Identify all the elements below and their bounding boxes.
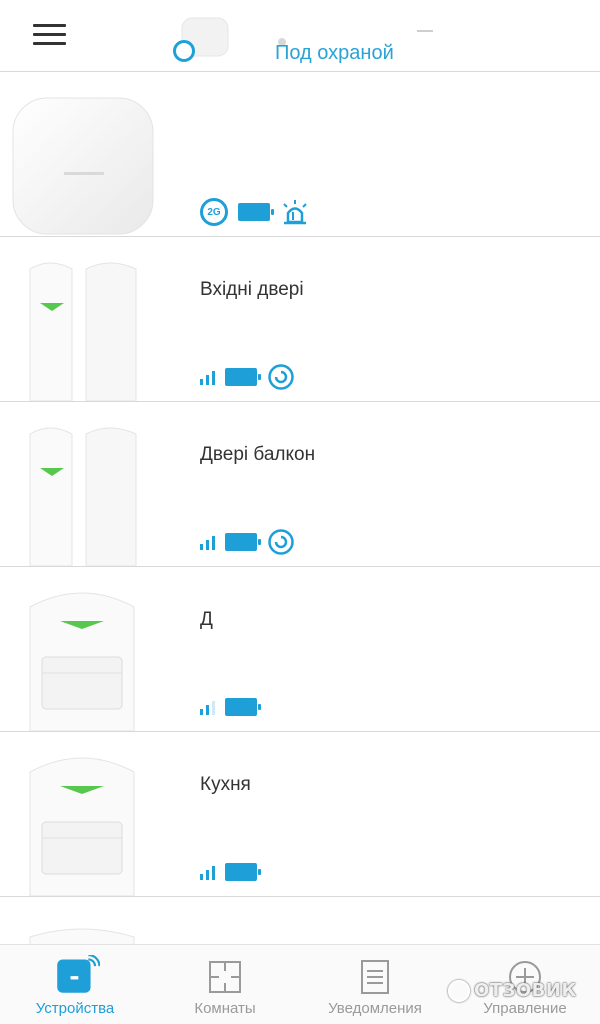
nav-rooms[interactable]: Комнаты bbox=[150, 945, 300, 1024]
device-row-door-balcony[interactable]: Двері балкон bbox=[0, 402, 600, 567]
nav-label: Уведомления bbox=[328, 1000, 422, 1017]
device-row-motion-1[interactable]: Д bbox=[0, 567, 600, 732]
security-status[interactable]: Под охраной bbox=[275, 42, 394, 65]
battery-icon bbox=[225, 698, 261, 716]
hub-image bbox=[12, 97, 154, 235]
device-status-icons bbox=[200, 363, 295, 391]
delay-icon bbox=[268, 529, 294, 555]
nav-label: Устройства bbox=[35, 1000, 115, 1017]
delay-icon bbox=[268, 364, 294, 390]
watermark: ОТЗОВИК bbox=[448, 980, 577, 1002]
nav-notifications[interactable]: Уведомления bbox=[300, 945, 450, 1024]
device-name: Вхідні двері bbox=[200, 279, 304, 300]
nav-devices[interactable]: Устройства bbox=[0, 945, 150, 1024]
nav-label: Управление bbox=[483, 1000, 567, 1017]
battery-icon bbox=[225, 533, 261, 551]
device-name: Кухня bbox=[200, 774, 251, 795]
device-status-icons bbox=[200, 693, 261, 721]
door-sensor-image bbox=[29, 427, 137, 566]
device-row-door-front[interactable]: Вхідні двері bbox=[0, 237, 600, 402]
signal-icon bbox=[200, 699, 215, 715]
device-status-icons bbox=[200, 528, 295, 556]
notifications-icon bbox=[361, 960, 389, 994]
menu-icon[interactable] bbox=[30, 22, 70, 48]
siren-icon bbox=[283, 200, 307, 225]
app-header: Под охраной bbox=[0, 0, 600, 72]
devices-icon bbox=[57, 955, 100, 993]
2g-icon: 2G bbox=[200, 198, 228, 226]
signal-icon bbox=[200, 864, 215, 880]
device-status-icons bbox=[200, 858, 261, 886]
battery-icon bbox=[225, 863, 261, 881]
door-sensor-image bbox=[29, 262, 137, 401]
battery-icon bbox=[225, 368, 261, 386]
decorative-mark bbox=[417, 30, 433, 32]
motion-sensor-image bbox=[29, 757, 135, 896]
battery-icon bbox=[238, 203, 274, 221]
nav-label: Комнаты bbox=[194, 1000, 256, 1017]
signal-icon bbox=[200, 369, 215, 385]
watermark-text: ОТЗОВИК bbox=[474, 980, 577, 1001]
signal-icon bbox=[200, 534, 215, 550]
motion-sensor-image bbox=[29, 592, 135, 731]
rooms-icon bbox=[209, 961, 241, 993]
device-list: 2G Вхідні двері Двері балкон Д Кухня bbox=[0, 72, 600, 957]
watermark-icon bbox=[448, 980, 470, 1002]
device-status-icons: 2G bbox=[200, 198, 310, 226]
armed-mode-icon bbox=[173, 40, 195, 62]
device-row-motion-kitchen[interactable]: Кухня bbox=[0, 732, 600, 897]
device-name: Д bbox=[200, 609, 213, 630]
device-name: Двері балкон bbox=[200, 444, 316, 465]
device-row-hub[interactable]: 2G bbox=[0, 72, 600, 237]
